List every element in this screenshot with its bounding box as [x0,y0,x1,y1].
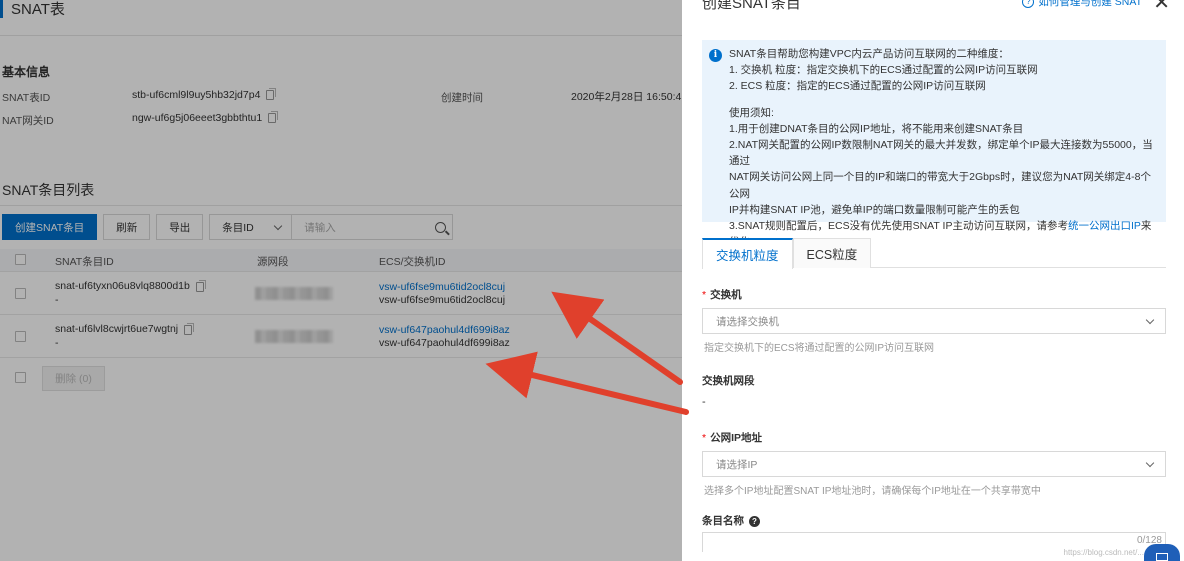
vswitch-select[interactable]: 请选择交换机 [702,308,1166,334]
chevron-down-icon [1145,458,1155,467]
public-ip-select[interactable]: 请选择IP [702,451,1166,477]
entry-name-label-text: 条目名称 [702,515,744,527]
usage-line: 2.NAT网关配置的公网IP数限制NAT网关的最大并发数，绑定单个IP最大连接数… [729,139,1153,168]
create-snat-drawer: 创建SNAT条目 ? 如何管理与创建 SNAT ✕ i SNAT条目帮助您构建V… [682,0,1184,561]
close-icon[interactable]: ✕ [1153,0,1170,15]
tab-ecs-granularity[interactable]: ECS粒度 [792,238,872,268]
vswitch-cidr-label: 交换机网段 [702,375,755,387]
public-ip-label-text: 公网IP地址 [710,432,763,444]
help-icon: ? [1022,0,1035,8]
help-tooltip-icon[interactable]: ? [749,515,760,527]
drawer-title: 创建SNAT条目 [702,0,801,12]
tab-vswitch-granularity[interactable]: 交换机粒度 [702,238,793,269]
public-ip-select-placeholder: 请选择IP [716,458,758,471]
unified-egress-ip-link[interactable]: 统一公网出口IP [1068,220,1141,232]
notice-line: 1. 交换机 粒度：指定交换机下的ECS通过配置的公网IP访问互联网 [729,64,1038,77]
usage-title: 使用须知: [729,106,774,119]
usage-last-prefix: 3.SNAT规则配置后，ECS没有优先使用SNAT IP主动访问互联网，请参考 [729,220,1068,233]
public-ip-label: * 公网IP地址 [702,430,762,445]
vswitch-hint: 指定交换机下的ECS将通过配置的公网IP访问互联网 [704,343,935,354]
usage-line: NAT网关访问公网上同一个目的IP和端口的带宽大于2Gbps时，建议您为NAT网… [729,171,1151,200]
info-notice: i SNAT条目帮助您构建VPC内云产品访问互联网的二种维度： 1. 交换机 粒… [702,40,1166,264]
required-mark: * [702,289,707,301]
floating-chat-icon[interactable] [1144,544,1180,561]
help-link[interactable]: ? 如何管理与创建 SNAT [1022,0,1142,9]
watermark: https://blog.csdn.net/... [1063,548,1145,557]
info-icon: i [709,49,722,62]
modal-overlay[interactable] [0,0,682,561]
vswitch-label: * 交换机 [702,287,742,302]
vswitch-label-text: 交换机 [710,289,742,301]
notice-line: SNAT条目帮助您构建VPC内云产品访问互联网的二种维度： [729,48,1009,60]
help-link-text: 如何管理与创建 SNAT [1038,0,1142,8]
vswitch-select-placeholder: 请选择交换机 [716,315,779,328]
granularity-tabs: 交换机粒度 ECS粒度 [702,238,1166,269]
usage-line: 1.用于创建DNAT条目的公网IP地址，将不能用来创建SNAT条目 [729,122,1024,135]
required-mark: * [702,432,707,444]
vswitch-cidr-value: - [702,396,706,408]
public-ip-hint: 选择多个IP地址配置SNAT IP地址池时，请确保每个IP地址在一个共享带宽中 [704,486,1041,497]
notice-line: 2. ECS 粒度：指定的ECS通过配置的公网IP访问互联网 [729,80,986,93]
usage-line: IP并构建SNAT IP池，避免单IP的端口数量限制可能产生的丢包 [729,203,1020,216]
entry-name-label: 条目名称? [702,513,760,528]
chevron-down-icon [1145,315,1155,324]
